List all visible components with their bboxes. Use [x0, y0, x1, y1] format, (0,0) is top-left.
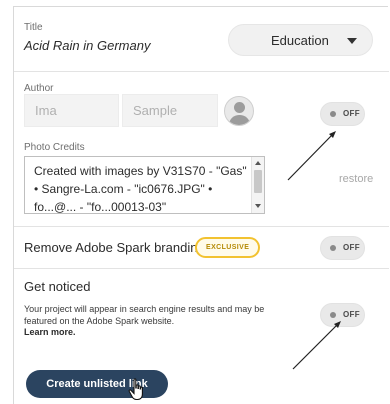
annotation-arrow-author — [287, 133, 334, 181]
annotation-arrow-get-noticed — [292, 323, 339, 370]
annotation-arrows — [287, 131, 341, 370]
hand-pointer-icon — [128, 378, 143, 401]
